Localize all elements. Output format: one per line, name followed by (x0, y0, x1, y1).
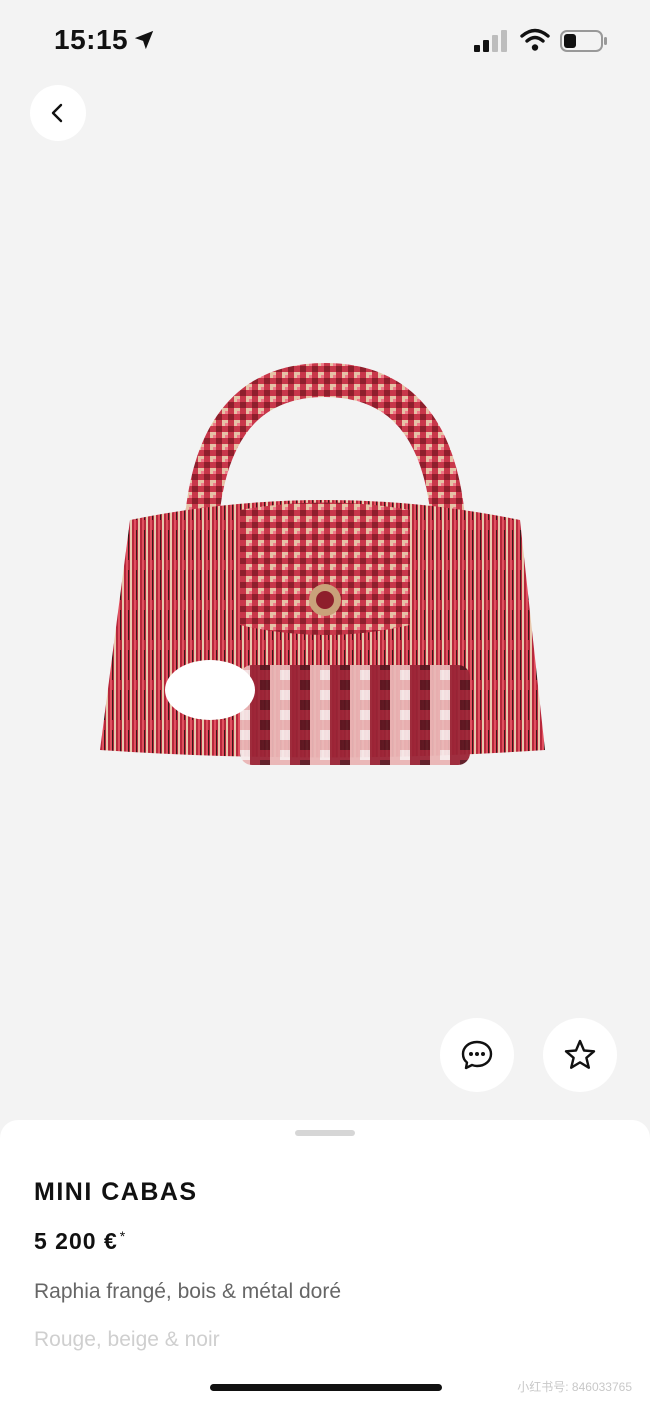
cellular-signal-icon (474, 30, 507, 52)
sheet-grabber[interactable] (295, 1130, 355, 1136)
status-bar: 15:15 (0, 0, 650, 84)
watermark: 小红书号: 846033765 (517, 1380, 632, 1394)
product-colors: Rouge, beige & noir (34, 1328, 220, 1351)
star-icon (564, 1039, 596, 1069)
status-time: 15:15 (54, 24, 129, 55)
product-sheet: MINI CABAS 5 200 € * Raphia frangé, bois … (0, 1120, 650, 1404)
price-footnote-mark: * (119, 1228, 127, 1244)
favorite-button[interactable] (543, 1018, 617, 1092)
product-image (100, 362, 545, 765)
chat-button[interactable] (440, 1018, 514, 1092)
battery-icon (560, 30, 607, 52)
location-arrow-icon (134, 30, 154, 50)
back-button[interactable] (30, 85, 86, 141)
product-material: Raphia frangé, bois & métal doré (34, 1280, 342, 1303)
chevron-left-icon (51, 103, 63, 123)
chat-bubble-icon (461, 1040, 493, 1070)
product-price: 5 200 € (34, 1228, 118, 1254)
product-price-row: 5 200 € * (34, 1228, 126, 1255)
home-indicator (210, 1384, 442, 1391)
product-name: MINI CABAS (34, 1178, 198, 1206)
wifi-icon (520, 28, 550, 51)
